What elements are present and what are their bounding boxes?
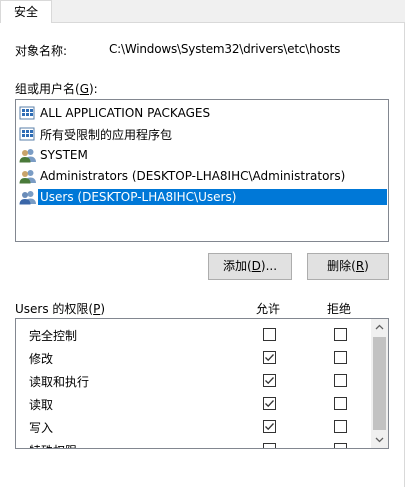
object-name-value: C:\Windows\System32\drivers\etc\hosts xyxy=(109,42,341,56)
group-item-label: Users (DESKTOP-LHA8IHC\Users) xyxy=(38,189,387,205)
group-item-label: SYSTEM xyxy=(40,148,88,162)
permission-row: 读取和执行 xyxy=(29,370,369,390)
tab-security[interactable]: 安全 xyxy=(0,0,52,23)
group-list-label: 组或用户名(G): xyxy=(15,82,98,96)
app-package-icon xyxy=(19,105,37,121)
permission-name: 读取和执行 xyxy=(29,375,90,389)
permission-row: 写入 xyxy=(29,416,369,436)
remove-button[interactable]: 删除(R) xyxy=(307,253,389,280)
group-item-label: ALL APPLICATION PACKAGES xyxy=(40,106,211,120)
permission-name: 写入 xyxy=(29,421,54,435)
deny-checkbox[interactable] xyxy=(334,374,347,387)
permission-name: 完全控制 xyxy=(29,329,78,343)
allow-checkbox[interactable] xyxy=(263,443,276,448)
allow-column-header: 允许 xyxy=(256,302,281,316)
permission-row: 读取 xyxy=(29,393,369,413)
scroll-thumb[interactable] xyxy=(373,337,386,430)
deny-checkbox[interactable] xyxy=(334,397,347,410)
deny-checkbox[interactable] xyxy=(334,420,347,433)
permission-name: 修改 xyxy=(29,352,54,366)
tab-strip: 安全 xyxy=(0,0,405,23)
group-item-system[interactable]: SYSTEM xyxy=(19,145,387,165)
group-item-all-app-packages[interactable]: ALL APPLICATION PACKAGES xyxy=(19,103,387,123)
vertical-scrollbar[interactable] xyxy=(371,319,388,448)
group-item-label: Administrators (DESKTOP-LHA8IHC\Administ… xyxy=(40,169,346,183)
object-name-label: 对象名称: xyxy=(15,44,68,58)
deny-column-header: 拒绝 xyxy=(327,302,352,316)
allow-checkbox[interactable] xyxy=(263,374,276,387)
allow-checkbox[interactable] xyxy=(263,351,276,364)
add-button[interactable]: 添加(D)... xyxy=(208,253,292,280)
allow-checkbox[interactable] xyxy=(263,420,276,433)
permission-row: 修改 xyxy=(29,347,369,367)
deny-checkbox[interactable] xyxy=(334,443,347,448)
user-group-icon xyxy=(19,189,37,205)
group-item-restricted-packages[interactable]: 所有受限制的应用程序包 xyxy=(19,124,387,144)
permissions-label: Users 的权限(P) xyxy=(15,302,106,316)
app-package-icon xyxy=(19,126,37,142)
deny-checkbox[interactable] xyxy=(334,351,347,364)
group-user-list[interactable]: ALL APPLICATION PACKAGES 所有受限制的应用程序包 SYS… xyxy=(15,99,389,242)
permission-name: 读取 xyxy=(29,398,54,412)
scroll-down-icon[interactable] xyxy=(371,431,388,448)
allow-checkbox[interactable] xyxy=(263,397,276,410)
group-item-administrators[interactable]: Administrators (DESKTOP-LHA8IHC\Administ… xyxy=(19,166,387,186)
group-item-users[interactable]: Users (DESKTOP-LHA8IHC\Users) xyxy=(19,187,387,207)
user-group-icon xyxy=(19,147,37,163)
permission-row: 完全控制 xyxy=(29,324,369,344)
allow-checkbox[interactable] xyxy=(263,328,276,341)
permissions-list[interactable]: 完全控制修改读取和执行读取写入特殊权限 xyxy=(15,318,389,449)
group-item-label: 所有受限制的应用程序包 xyxy=(40,127,173,142)
deny-checkbox[interactable] xyxy=(334,328,347,341)
permission-row: 特殊权限 xyxy=(29,439,369,448)
scroll-up-icon[interactable] xyxy=(371,319,388,336)
user-group-icon xyxy=(19,168,37,184)
permission-name: 特殊权限 xyxy=(29,442,77,448)
